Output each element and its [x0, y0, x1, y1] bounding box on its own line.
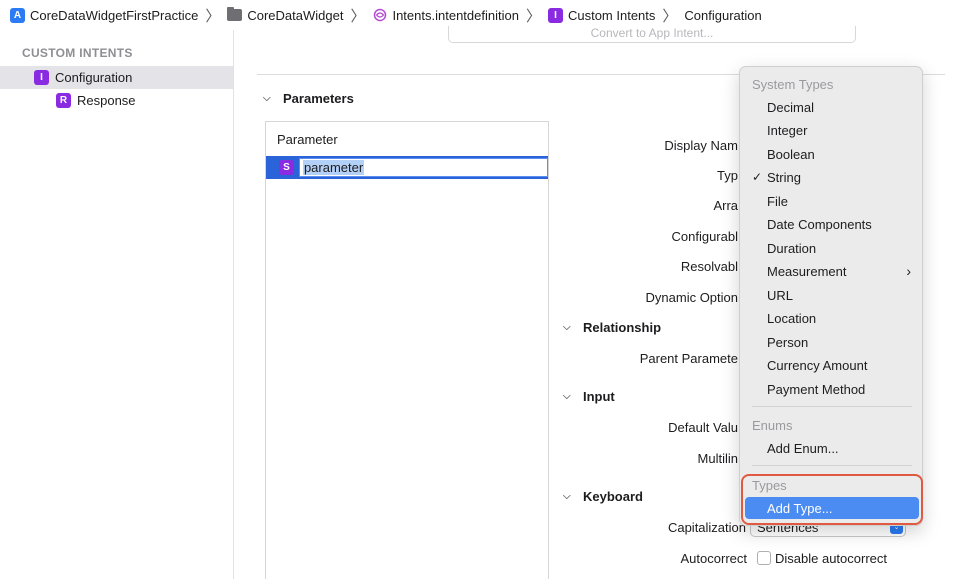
section-title: Relationship	[583, 320, 662, 335]
input-section-header[interactable]: ⌵ Input	[563, 389, 615, 404]
chevron-right-icon: ›	[906, 263, 911, 279]
type-dropdown-menu: System Types Decimal Integer Boolean Str…	[739, 66, 923, 526]
breadcrumb-label: Intents.intentdefinition	[392, 7, 519, 23]
chevron-right-icon: 〉	[350, 7, 366, 25]
menu-item-decimal[interactable]: Decimal	[745, 96, 919, 118]
parameter-name-field[interactable]: parameter	[298, 158, 548, 177]
breadcrumb-item-configuration[interactable]: Configuration	[684, 8, 761, 23]
menu-item-boolean[interactable]: Boolean	[745, 143, 919, 165]
disable-autocorrect-checkbox[interactable]	[757, 551, 771, 565]
annotation-highlight-box	[741, 474, 923, 525]
app-icon: A	[10, 7, 25, 23]
menu-item-string[interactable]: String	[745, 166, 919, 188]
sidebar-item-label: Configuration	[55, 70, 133, 85]
menu-item-add-enum[interactable]: Add Enum...	[745, 437, 919, 459]
menu-item-currency-amount[interactable]: Currency Amount	[745, 354, 919, 376]
intent-badge-icon: I	[34, 70, 49, 85]
breadcrumb-label: CoreDataWidgetFirstPractice	[30, 7, 199, 23]
chevron-down-icon: ⌵	[563, 491, 571, 502]
menu-group-header: System Types	[752, 77, 834, 92]
configurable-label: Configurabl	[671, 229, 739, 244]
menu-item-person[interactable]: Person	[745, 331, 919, 353]
menu-group-header: Enums	[752, 418, 793, 433]
menu-item-location[interactable]: Location	[745, 307, 919, 329]
menu-item-file[interactable]: File	[745, 190, 919, 212]
breadcrumb-item-project[interactable]: A CoreDataWidgetFirstPractice	[10, 7, 199, 23]
sidebar-item-response[interactable]: R Response	[0, 89, 233, 112]
convert-to-app-intent-button[interactable]: Convert to App Intent...	[448, 26, 856, 43]
default-value-label: Default Valu	[668, 420, 738, 435]
table-header: Parameter	[277, 131, 338, 147]
dynamic-options-label: Dynamic Option	[645, 290, 738, 305]
breadcrumb-item-folder[interactable]: CoreDataWidget	[227, 7, 344, 23]
section-title: Input	[583, 389, 615, 404]
capitalization-label: Capitalization	[667, 520, 746, 535]
section-title: Keyboard	[583, 489, 643, 504]
parameter-table: Parameter S parameter	[265, 121, 549, 579]
breadcrumb-label: Custom Intents	[567, 7, 656, 23]
parameter-name-text: parameter	[302, 160, 365, 175]
chevron-right-icon: 〉	[525, 7, 541, 25]
multiline-label: Multilin	[697, 451, 738, 466]
menu-item-url[interactable]: URL	[745, 284, 919, 306]
intents-icon	[372, 8, 387, 23]
chevron-down-icon: ⌵	[563, 322, 571, 333]
breadcrumb-item-file[interactable]: Intents.intentdefinition	[372, 7, 519, 23]
menu-item-date-components[interactable]: Date Components	[745, 213, 919, 235]
resolvable-label: Resolvabl	[680, 259, 738, 274]
sidebar-item-configuration[interactable]: I Configuration	[0, 66, 233, 89]
breadcrumb-item-custom-intents[interactable]: I Custom Intents	[547, 7, 656, 23]
sidebar-item-label: Response	[77, 93, 136, 108]
keyboard-section-header[interactable]: ⌵ Keyboard	[563, 489, 643, 504]
menu-item-measurement[interactable]: Measurement ›	[745, 260, 919, 282]
menu-item-payment-method[interactable]: Payment Method	[745, 378, 919, 400]
intent-badge-icon: I	[547, 7, 563, 23]
chevron-down-icon: ⌵	[563, 391, 571, 402]
disable-autocorrect-label: Disable autocorrect	[775, 551, 887, 566]
menu-item-duration[interactable]: Duration	[745, 237, 919, 259]
menu-separator	[752, 406, 912, 407]
sidebar-header: CUSTOM INTENTS	[22, 46, 133, 60]
parameters-section-header[interactable]: ⌵ Parameters	[263, 91, 354, 106]
folder-icon	[227, 7, 243, 21]
chevron-right-icon: 〉	[662, 7, 678, 25]
array-label: Arra	[713, 198, 738, 213]
type-label: Typ	[717, 168, 738, 183]
autocorrect-label: Autocorrect	[680, 551, 747, 566]
breadcrumb-label: Configuration	[684, 7, 762, 23]
chevron-down-icon: ⌵	[263, 93, 271, 104]
breadcrumb-label: CoreDataWidget	[247, 7, 344, 23]
menu-separator	[752, 465, 912, 466]
menu-item-integer[interactable]: Integer	[745, 119, 919, 141]
parent-parameter-label: Parent Paramete	[639, 351, 738, 366]
relationship-section-header[interactable]: ⌵ Relationship	[563, 320, 661, 335]
menu-item-label: Measurement	[767, 263, 847, 279]
string-badge-icon: S	[279, 160, 294, 175]
chevron-right-icon: 〉	[205, 7, 221, 25]
table-row[interactable]: S parameter	[266, 156, 548, 179]
section-title: Parameters	[283, 91, 354, 106]
sidebar: CUSTOM INTENTS I Configuration R Respons…	[0, 30, 234, 579]
display-name-label: Display Nam	[664, 138, 738, 153]
response-badge-icon: R	[56, 93, 71, 108]
